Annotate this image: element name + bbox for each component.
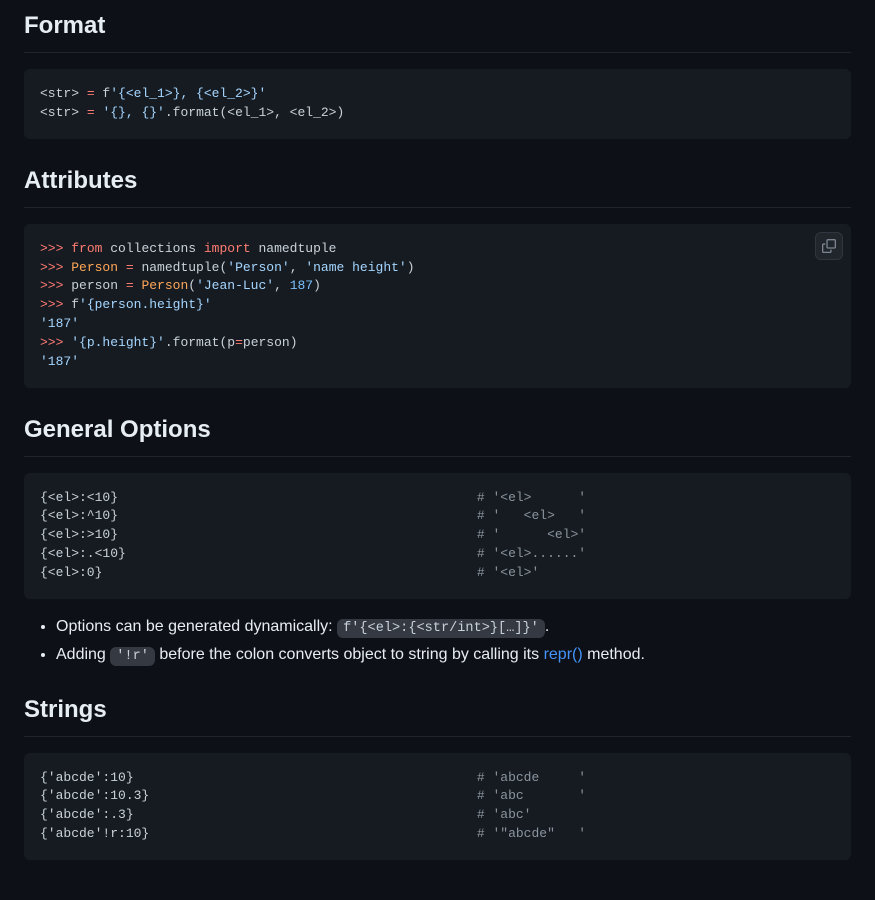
code-text: 187 — [290, 278, 313, 293]
code-text: namedtuple — [251, 241, 337, 256]
code-block-general: {<el>:<10} # '<el> ' {<el>:^10} # ' <el>… — [24, 473, 851, 599]
code-text: from — [71, 241, 102, 256]
list-item: Adding '!r' before the colon converts ob… — [56, 643, 851, 667]
bullet-text: . — [545, 618, 549, 635]
code-text: '187' — [40, 316, 79, 331]
code-block-strings: {'abcde':10} # 'abcde ' {'abcde':10.3} #… — [24, 753, 851, 860]
bullet-text: before the colon converts object to stri… — [155, 646, 544, 663]
code-text: '{person.height}' — [79, 297, 212, 312]
code-text: 'Person' — [227, 260, 289, 275]
inline-code: f'{<el>:{<str/int>}[…]}' — [337, 619, 545, 638]
repr-link[interactable]: repr() — [544, 646, 583, 663]
code-text: ) — [407, 260, 415, 275]
code-text: ) — [313, 278, 321, 293]
heading-strings: Strings — [24, 692, 851, 737]
code-text: = — [235, 335, 243, 350]
code-text: f — [71, 297, 79, 312]
code-text: , — [290, 260, 306, 275]
code-text: <str> — [40, 105, 87, 120]
code-text: 'name height' — [305, 260, 406, 275]
code-text: person) — [243, 335, 298, 350]
heading-attributes: Attributes — [24, 163, 851, 208]
code-text: '{p.height}' — [71, 335, 165, 350]
bullet-text: Adding — [56, 646, 110, 663]
copy-button[interactable] — [815, 232, 843, 260]
code-text: person — [71, 278, 126, 293]
code-text: >>> — [40, 297, 71, 312]
code-text: = — [87, 86, 95, 101]
code-text: <str> — [40, 86, 87, 101]
code-text: , — [274, 278, 290, 293]
code-text: p — [227, 335, 235, 350]
code-text: = — [87, 105, 95, 120]
code-text: collections — [102, 241, 203, 256]
list-item: Options can be generated dynamically: f'… — [56, 615, 851, 639]
code-text: ( — [188, 278, 196, 293]
code-text: 'Jean-Luc' — [196, 278, 274, 293]
bullet-text: Options can be generated dynamically: — [56, 618, 337, 635]
code-text: '{}, {}' — [102, 105, 164, 120]
code-text: import — [204, 241, 251, 256]
heading-format: Format — [24, 8, 851, 53]
code-text: '187' — [40, 354, 79, 369]
code-text: namedtuple — [141, 260, 219, 275]
code-text: = — [126, 278, 134, 293]
code-text: >>> — [40, 260, 71, 275]
code-text: = — [126, 260, 134, 275]
bullet-text: method. — [583, 646, 645, 663]
inline-code: '!r' — [110, 647, 155, 666]
code-text: '{<el_1>}, {<el_2>}' — [110, 86, 266, 101]
code-text: .format( — [165, 335, 227, 350]
copy-icon — [822, 239, 836, 253]
code-text: .format(<el_1>, <el_2>) — [165, 105, 344, 120]
code-text: >>> — [40, 335, 71, 350]
code-text: >>> — [40, 278, 71, 293]
code-block-attributes: >>> from collections import namedtuple >… — [24, 224, 851, 388]
code-text: >>> — [40, 241, 71, 256]
code-text: Person — [71, 260, 126, 275]
bullet-list: Options can be generated dynamically: f'… — [24, 615, 851, 668]
heading-general: General Options — [24, 412, 851, 457]
code-text: f — [95, 86, 111, 101]
code-block-format: <str> = f'{<el_1>}, {<el_2>}' <str> = '{… — [24, 69, 851, 139]
page-content: Format <str> = f'{<el_1>}, {<el_2>}' <st… — [0, 0, 875, 900]
code-text: Person — [141, 278, 188, 293]
